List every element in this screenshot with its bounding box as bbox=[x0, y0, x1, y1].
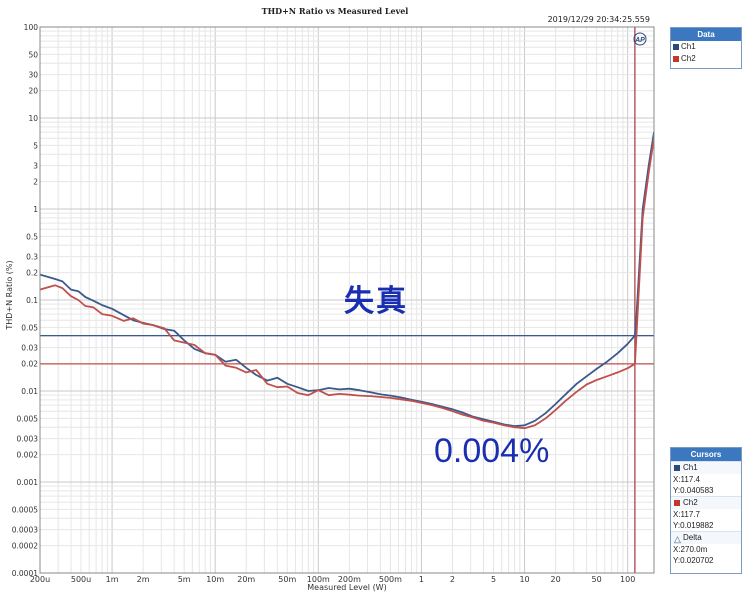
x-tick-label: 10m bbox=[206, 575, 224, 584]
x-tick-label: 100 bbox=[620, 575, 635, 584]
y-tick-label: 2 bbox=[33, 178, 38, 187]
y-tick-label: 0.01 bbox=[21, 387, 38, 396]
delta-icon: △ bbox=[674, 534, 681, 544]
y-tick-label: 100 bbox=[24, 23, 39, 32]
legend-title: Data bbox=[671, 28, 741, 41]
cursor-ch1-x: X:117.4 bbox=[673, 475, 700, 484]
y-tick-label: 30 bbox=[28, 71, 38, 80]
y-tick-label: 0.03 bbox=[21, 344, 38, 353]
x-tick-label: 500u bbox=[71, 575, 91, 584]
y-tick-label: 0.0003 bbox=[12, 526, 38, 535]
cursors-title: Cursors bbox=[671, 448, 741, 461]
y-axis-label: THD+N Ratio (%) bbox=[5, 260, 14, 330]
cursor-ch2-x: X:117.7 bbox=[673, 510, 700, 519]
y-tick-label: 3 bbox=[33, 162, 38, 171]
y-tick-label: 0.002 bbox=[17, 451, 39, 460]
x-tick-label: 2 bbox=[450, 575, 455, 584]
cursor-delta-x: X:270.0m bbox=[673, 545, 708, 554]
y-tick-label: 50 bbox=[28, 50, 38, 59]
y-tick-label: 0.1 bbox=[26, 296, 38, 305]
legend-item-ch1[interactable]: Ch1 bbox=[671, 41, 741, 53]
y-tick-label: 0.2 bbox=[26, 269, 38, 278]
x-tick-label: 10 bbox=[519, 575, 529, 584]
svg-text:AP: AP bbox=[634, 37, 645, 44]
ch1-swatch bbox=[673, 44, 679, 50]
legend-panel: Data Ch1 Ch2 bbox=[670, 27, 742, 69]
ch1-swatch bbox=[674, 465, 680, 471]
cursor-ch2-header[interactable]: Ch2 bbox=[671, 496, 741, 509]
x-tick-label: 1m bbox=[106, 575, 119, 584]
y-tick-label: 1 bbox=[33, 205, 38, 214]
y-tick-label: 0.02 bbox=[21, 360, 38, 369]
ch2-swatch bbox=[674, 500, 680, 506]
legend-label: Ch1 bbox=[681, 42, 696, 51]
x-tick-label: 5m bbox=[178, 575, 191, 584]
cursor-delta-label: Delta bbox=[683, 533, 702, 542]
y-tick-label: 0.003 bbox=[17, 435, 39, 444]
y-tick-label: 10 bbox=[28, 114, 38, 123]
legend-item-ch2[interactable]: Ch2 bbox=[671, 53, 741, 65]
distortion-annotation: 失真 bbox=[344, 284, 408, 319]
x-tick-label: 20 bbox=[551, 575, 561, 584]
x-tick-label: 20m bbox=[237, 575, 255, 584]
y-tick-label: 0.0002 bbox=[12, 542, 38, 551]
cursors-panel: Cursors Ch1 X:117.4 Y:0.040583 Ch2 X:117… bbox=[670, 447, 742, 574]
y-tick-label: 0.0005 bbox=[12, 505, 38, 514]
y-tick-label: 20 bbox=[28, 87, 38, 96]
min-thd-annotation: 0.004% bbox=[434, 432, 550, 470]
y-tick-label: 0.3 bbox=[26, 253, 38, 262]
x-tick-label: 2m bbox=[137, 575, 150, 584]
y-tick-label: 0.5 bbox=[26, 232, 38, 241]
y-tick-label: 5 bbox=[33, 141, 38, 150]
x-tick-label: 1 bbox=[419, 575, 424, 584]
cursor-delta-y: Y:0.020702 bbox=[673, 556, 714, 565]
cursor-delta-header[interactable]: △ Delta bbox=[671, 531, 741, 544]
cursor-ch2-label: Ch2 bbox=[683, 498, 698, 507]
legend-label: Ch2 bbox=[681, 54, 696, 63]
cursor-ch2-y: Y:0.019882 bbox=[673, 521, 714, 530]
x-axis-label: Measured Level (W) bbox=[307, 583, 386, 592]
y-tick-label: 0.005 bbox=[17, 414, 39, 423]
y-tick-label: 0.001 bbox=[17, 478, 39, 487]
cursor-ch1-header[interactable]: Ch1 bbox=[671, 461, 741, 474]
x-tick-label: 50 bbox=[592, 575, 602, 584]
y-tick-label: 0.0001 bbox=[12, 569, 38, 578]
cursor-ch1-label: Ch1 bbox=[683, 463, 698, 472]
x-tick-label: 5 bbox=[491, 575, 496, 584]
ch2-swatch bbox=[673, 56, 679, 62]
cursor-ch1-y: Y:0.040583 bbox=[673, 486, 714, 495]
y-tick-label: 0.05 bbox=[21, 323, 38, 332]
x-tick-label: 50m bbox=[278, 575, 296, 584]
